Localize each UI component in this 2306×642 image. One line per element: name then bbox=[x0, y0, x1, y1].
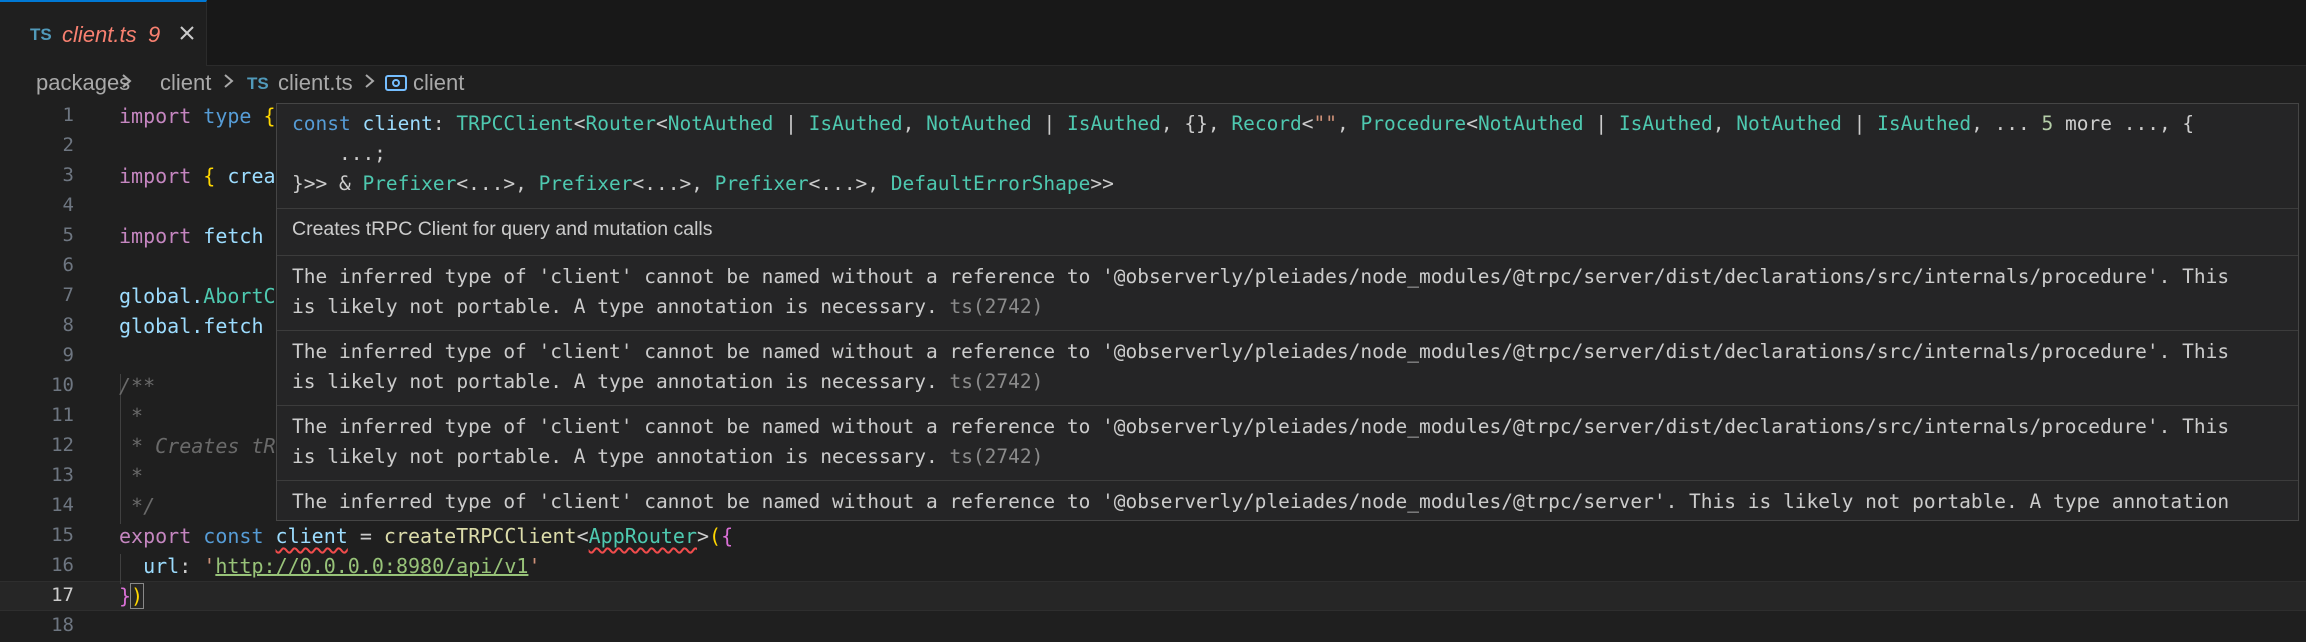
breadcrumb-client-folder[interactable]: client bbox=[160, 70, 211, 96]
line-number: 14 bbox=[51, 494, 74, 516]
line-number: 11 bbox=[51, 404, 74, 426]
chevron-right-icon bbox=[120, 70, 134, 98]
code-line-17: }) bbox=[119, 583, 145, 609]
error-squiggle-client: client bbox=[275, 524, 348, 548]
line-number: 1 bbox=[62, 104, 74, 126]
code-line-1: import type { bbox=[119, 104, 276, 128]
code-line-7: global.AbortC bbox=[119, 284, 276, 308]
code-line-11: * bbox=[119, 404, 144, 428]
hover-signature-line-2: ...; bbox=[292, 142, 386, 165]
chevron-right-icon bbox=[363, 70, 377, 98]
hover-divider bbox=[277, 208, 2298, 209]
line-number: 4 bbox=[62, 194, 74, 216]
code-line-5: import fetch bbox=[119, 224, 264, 248]
line-number: 16 bbox=[51, 554, 74, 576]
code-line-3: import { crea bbox=[119, 164, 276, 188]
breadcrumb: packages client TS client.ts client bbox=[0, 66, 2306, 98]
line-number: 10 bbox=[51, 374, 74, 396]
hover-documentation: Creates tRPC Client for query and mutati… bbox=[292, 218, 713, 240]
diagnostic-code: ts(2742) bbox=[949, 295, 1044, 318]
breadcrumb-symbol[interactable]: client bbox=[413, 70, 464, 96]
line-number: 6 bbox=[62, 254, 74, 276]
hover-signature-line-3: }>> & Prefixer<...>, Prefixer<...>, Pref… bbox=[292, 172, 1114, 195]
diagnostic-code: ts(2742) bbox=[949, 445, 1044, 468]
code-line-8: global.fetch bbox=[119, 314, 264, 338]
line-number: 8 bbox=[62, 314, 74, 336]
code-line-13: * bbox=[119, 464, 144, 488]
diagnostic-code: ts(2742) bbox=[949, 370, 1044, 393]
hover-divider bbox=[277, 480, 2298, 481]
hover-divider bbox=[277, 255, 2298, 256]
typescript-icon: TS bbox=[30, 25, 52, 44]
line-number: 15 bbox=[51, 524, 74, 546]
current-line-highlight bbox=[0, 581, 2306, 611]
line-number: 13 bbox=[51, 464, 74, 486]
line-number: 18 bbox=[51, 614, 74, 636]
typescript-icon: TS bbox=[247, 74, 269, 93]
code-line-16: url: 'http://0.0.0.0:8980/api/v1' bbox=[119, 554, 541, 578]
code-line-14: */ bbox=[119, 494, 156, 518]
hover-divider bbox=[277, 330, 2298, 331]
code-line-12: * Creates tR bbox=[119, 434, 276, 458]
line-number: 2 bbox=[62, 134, 74, 156]
tab-title: client.ts bbox=[62, 22, 137, 47]
line-number-active: 17 bbox=[51, 584, 74, 606]
code-line-10: /** bbox=[119, 374, 156, 398]
line-number: 3 bbox=[62, 164, 74, 186]
diagnostic-message-2[interactable]: The inferred type of 'client' cannot be … bbox=[292, 337, 2229, 397]
breadcrumb-packages[interactable]: packages bbox=[36, 70, 130, 96]
line-number: 7 bbox=[62, 284, 74, 306]
diagnostic-message-1[interactable]: The inferred type of 'client' cannot be … bbox=[292, 262, 2229, 322]
hover-divider bbox=[277, 405, 2298, 406]
line-number: 12 bbox=[51, 434, 74, 456]
hover-signature-line-1: const client: TRPCClient<Router<NotAuthe… bbox=[292, 112, 2195, 135]
line-number: 9 bbox=[62, 344, 74, 366]
diagnostic-message-3[interactable]: The inferred type of 'client' cannot be … bbox=[292, 412, 2229, 472]
tab-bar: TS client.ts 9 bbox=[0, 0, 2306, 66]
tab-problem-count: 9 bbox=[148, 22, 161, 47]
tab-client-ts[interactable]: TS client.ts 9 bbox=[0, 0, 207, 66]
code-line-15: export const client = createTRPCClient<A… bbox=[119, 524, 734, 548]
hover-tooltip[interactable]: const client: TRPCClient<Router<NotAuthe… bbox=[276, 103, 2299, 521]
line-number: 5 bbox=[62, 224, 74, 246]
symbol-variable-icon bbox=[385, 73, 407, 93]
diagnostic-message-4[interactable]: The inferred type of 'client' cannot be … bbox=[292, 487, 2229, 517]
url-link[interactable]: http://0.0.0.0:8980/api/v1 bbox=[215, 554, 528, 578]
breadcrumb-file[interactable]: client.ts bbox=[278, 70, 353, 96]
error-squiggle-approuter: AppRouter bbox=[588, 524, 697, 548]
chevron-right-icon bbox=[222, 70, 236, 98]
close-icon[interactable] bbox=[175, 21, 199, 45]
